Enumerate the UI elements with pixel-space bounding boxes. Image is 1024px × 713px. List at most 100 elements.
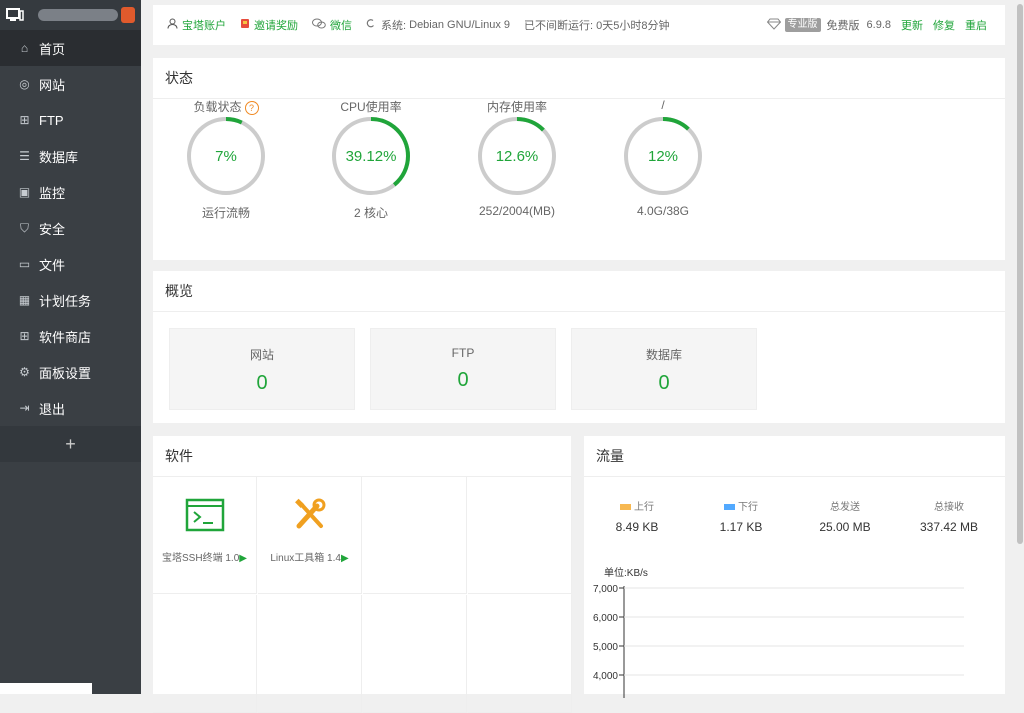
chart-unit-label: 单位:KB/s <box>604 568 648 579</box>
overview-box-0[interactable]: 网站 0 <box>169 328 355 410</box>
sidebar-item-0[interactable]: ⌂ 首页 <box>0 30 141 66</box>
gauge-value: 12.6% <box>496 148 539 165</box>
grid-icon: ⊞ <box>19 329 30 343</box>
add-shortcut-button[interactable]: + <box>0 426 141 462</box>
software-cell[interactable]: Linux工具箱 1.4▶ <box>258 476 362 594</box>
y-tick-label: 5,000 <box>593 642 618 653</box>
tools-icon <box>258 498 361 535</box>
notification-badge[interactable] <box>121 7 135 23</box>
overview-value: 0 <box>658 372 670 394</box>
scrollbar-thumb[interactable] <box>1017 4 1023 544</box>
software-cell[interactable]: 宝塔SSH终端 1.0▶ <box>153 476 257 594</box>
traffic-stats: 上行 8.49 KB 下行 1.17 KB 总发送 25.00 MB 总接收 337.42 M… <box>584 498 1005 538</box>
gauge-1[interactable]: CPU使用率 39.12% 2 核心 <box>306 100 436 221</box>
wechat-link[interactable]: 微信 <box>312 17 352 33</box>
traffic-stat-label: 总接收 <box>899 498 999 513</box>
traffic-stat-label-text: 下行 <box>738 502 758 513</box>
invite-label: 邀请奖励 <box>254 20 298 32</box>
sidebar-item-7[interactable]: ▦ 计划任务 <box>0 282 141 318</box>
gauge-ring: 12.6% <box>478 117 556 195</box>
gauge-ring: 7% <box>187 117 265 195</box>
sidebar-item-8[interactable]: ⊞ 软件商店 <box>0 318 141 354</box>
top-info-bar: 宝塔账户 邀请奖励 微信 系统: Debian GNU/Linux 9 已不间断… <box>153 5 1005 45</box>
gauge-2[interactable]: 内存使用率 12.6% 252/2004(MB) <box>452 100 582 218</box>
sidebar-item-4[interactable]: ▣ 监控 <box>0 174 141 210</box>
calendar-icon: ▦ <box>18 293 31 307</box>
software-cell[interactable] <box>153 595 257 713</box>
software-cell[interactable] <box>258 595 362 713</box>
sidebar-item-2[interactable]: ⊞ FTP <box>0 102 141 138</box>
software-panel: 软件 宝塔SSH终端 1.0▶ Linux工具箱 1.4▶ <box>153 436 572 713</box>
version-label: 6.9.8 <box>866 19 891 31</box>
y-tick-label: 6,000 <box>593 613 618 624</box>
overview-label: 数据库 <box>645 348 682 362</box>
y-tick-label: 4,000 <box>593 671 618 682</box>
gauge-label-text: 内存使用率 <box>486 100 547 114</box>
version-area: 专业版 免费版 6.9.8 更新 修复 重启 <box>766 17 987 33</box>
status-title: 状态 <box>153 58 1005 99</box>
software-cell[interactable] <box>468 595 572 713</box>
legend-swatch <box>620 504 631 511</box>
sidebar-item-label: 数据库 <box>39 149 79 165</box>
repair-link[interactable]: 修复 <box>933 17 955 33</box>
sidebar-item-6[interactable]: ▭ 文件 <box>0 246 141 282</box>
sidebar-item-label: 文件 <box>39 257 66 273</box>
sidebar-item-10[interactable]: ⇥ 退出 <box>0 390 141 426</box>
traffic-panel: 流量 上行 8.49 KB 下行 1.17 KB 总发送 25.00 MB 总接收 337.4… <box>584 436 1005 698</box>
account-link[interactable]: 宝塔账户 <box>167 17 226 33</box>
sidebar-item-1[interactable]: ◎ 网站 <box>0 66 141 102</box>
gauge-label: / <box>598 98 728 112</box>
overlay-strip <box>0 683 92 694</box>
software-cell[interactable] <box>363 476 467 594</box>
folder-icon: ▭ <box>18 257 31 271</box>
monitor-icon <box>6 8 24 22</box>
ftp-icon: ⊞ <box>19 113 30 127</box>
traffic-chart: 7,000 6,000 5,000 4,000 <box>593 584 964 698</box>
sidebar-item-5[interactable]: ⛉ 安全 <box>0 210 141 246</box>
sidebar-item-label: 安全 <box>39 221 66 237</box>
account-label: 宝塔账户 <box>182 20 226 32</box>
status-panel: 状态 负载状态? 7% 运行流畅 CPU使用率 39.12% 2 核心 内存使用率 12.6%… <box>153 58 1005 260</box>
software-title: 软件 <box>153 436 571 477</box>
overview-label: 网站 <box>249 348 274 362</box>
sidebar-item-label: 计划任务 <box>39 293 92 309</box>
sidebar-item-label: 软件商店 <box>39 329 92 345</box>
gauge-0[interactable]: 负载状态? 7% 运行流畅 <box>161 100 291 221</box>
gauge-value: 39.12% <box>346 148 397 165</box>
edition-label: 免费版 <box>826 20 860 32</box>
update-link[interactable]: 更新 <box>901 17 923 33</box>
overview-box-1[interactable]: FTP 0 <box>370 328 556 410</box>
overview-label: FTP <box>451 346 475 360</box>
monitor-icon: ▣ <box>18 185 31 199</box>
software-name: 宝塔SSH终端 1.0▶ <box>153 549 256 564</box>
sidebar-item-9[interactable]: ⚙ 面板设置 <box>0 354 141 390</box>
overview-value: 0 <box>256 372 268 394</box>
help-icon[interactable]: ? <box>244 101 259 115</box>
user-icon <box>167 18 178 32</box>
gauge-ring: 39.12% <box>332 117 410 195</box>
main-content: 宝塔账户 邀请奖励 微信 系统: Debian GNU/Linux 9 已不间断… <box>141 0 1024 713</box>
debian-icon <box>366 18 377 32</box>
gauge-label: 负载状态? <box>161 98 291 115</box>
uptime-text: 已不间断运行: 0天5小时8分钟 <box>524 20 670 32</box>
globe-icon: ◎ <box>19 77 30 91</box>
gauge-label-text: / <box>661 98 665 112</box>
gauge-3[interactable]: / 12% 4.0G/38G <box>598 98 728 218</box>
database-icon: ☰ <box>19 149 30 163</box>
invite-link[interactable]: 邀请奖励 <box>240 17 298 33</box>
page-scrollbar[interactable] <box>1016 0 1024 694</box>
sidebar-item-3[interactable]: ☰ 数据库 <box>0 138 141 174</box>
traffic-stat-value: 8.49 KB <box>615 520 659 534</box>
overview-box-2[interactable]: 数据库 0 <box>571 328 757 410</box>
shield-icon: ⛉ <box>19 220 29 235</box>
pro-badge[interactable]: 专业版 <box>784 18 821 32</box>
traffic-stat-label-text: 上行 <box>634 502 654 513</box>
restart-link[interactable]: 重启 <box>965 17 987 33</box>
software-cell[interactable] <box>468 476 572 594</box>
software-cell[interactable] <box>363 595 467 713</box>
gauge-ring: 12% <box>624 117 702 195</box>
terminal-icon <box>153 498 256 535</box>
home-icon: ⌂ <box>20 41 29 55</box>
overview-panel: 概览 网站 0 FTP 0 数据库 0 <box>153 271 1005 423</box>
gauge-value: 7% <box>215 148 237 165</box>
